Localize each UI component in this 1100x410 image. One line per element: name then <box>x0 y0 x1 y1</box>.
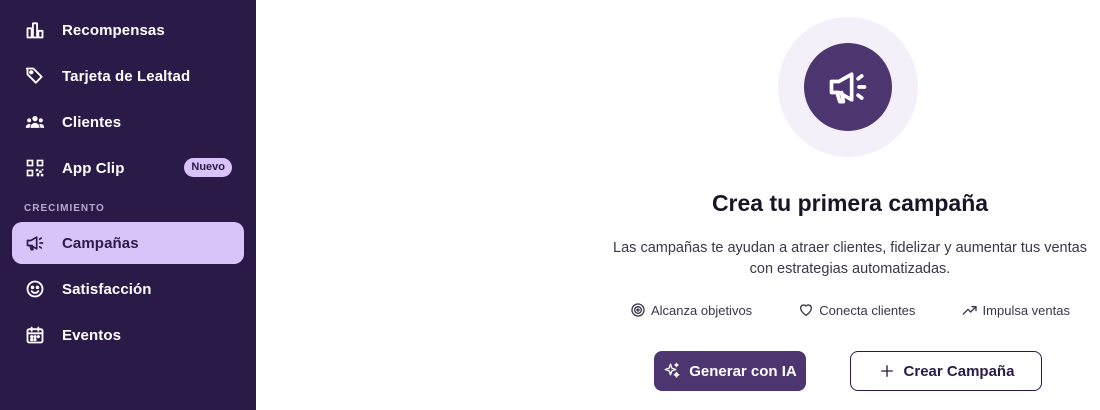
trending-up-icon <box>962 306 977 315</box>
sidebar-item-label: Recompensas <box>62 21 165 39</box>
sidebar-item-label: Campañas <box>62 234 139 252</box>
section-label-crecimiento: CRECIMIENTO <box>24 203 105 214</box>
feature-label: Alcanza objetivos <box>651 302 753 318</box>
sidebar-item-app-clip[interactable]: App Clip Nuevo <box>12 147 244 189</box>
calendar-icon <box>24 324 46 346</box>
sidebar-item-satisfaccion[interactable]: Satisfacción <box>12 268 244 310</box>
main-content: Crea tu primera campaña Las campañas te … <box>256 0 1100 410</box>
megaphone-icon <box>24 232 46 254</box>
sidebar-item-label: Satisfacción <box>62 280 152 298</box>
feature-item: Alcanza objetivos <box>630 302 752 318</box>
feature-label: Impulsa ventas <box>982 302 1070 318</box>
feature-label: Conecta clientes <box>819 302 916 318</box>
feature-list: Alcanza objetivos Conecta clientes Impul… <box>630 300 1070 320</box>
empty-state-description: Las campañas te ayudan a atraer clientes… <box>613 240 1087 277</box>
new-badge: Nuevo <box>184 158 232 177</box>
bar-chart-icon <box>24 19 46 41</box>
smile-icon <box>24 278 46 300</box>
sidebar-item-tarjeta-de-lealtad[interactable]: Tarjeta de Lealtad <box>12 55 244 97</box>
sidebar-item-label: Eventos <box>62 326 122 344</box>
feature-item: Conecta clientes <box>798 302 915 318</box>
generate-with-ai-button[interactable]: Generar con IA <box>654 351 806 391</box>
feature-item: Impulsa ventas <box>962 302 1070 318</box>
button-label: Generar con IA <box>689 362 797 380</box>
sparkles-icon <box>664 362 680 378</box>
hero-circle <box>804 43 892 131</box>
empty-state-title: Crea tu primera campaña <box>711 190 989 216</box>
sidebar-item-label: Tarjeta de Lealtad <box>62 67 191 85</box>
sidebar-item-campanas[interactable]: Campañas <box>12 222 244 264</box>
button-label: Crear Campaña <box>903 362 1015 380</box>
plus-icon <box>880 365 893 377</box>
sidebar: Recompensas Tarjeta de Lealtad Clientes <box>0 0 256 410</box>
create-campaign-button[interactable]: Crear Campaña <box>850 351 1042 391</box>
megaphone-icon <box>829 72 867 104</box>
qr-code-icon <box>24 157 46 179</box>
sidebar-item-clientes[interactable]: Clientes <box>12 101 244 143</box>
sidebar-item-label: Clientes <box>62 113 122 131</box>
target-icon <box>631 303 645 317</box>
empty-state-illustration <box>778 17 918 157</box>
heart-icon <box>800 304 813 316</box>
sidebar-item-eventos[interactable]: Eventos <box>12 314 244 356</box>
tag-icon <box>24 65 46 87</box>
users-icon <box>24 111 46 133</box>
sidebar-item-label: App Clip <box>62 159 125 177</box>
sidebar-item-recompensas[interactable]: Recompensas <box>12 9 244 51</box>
